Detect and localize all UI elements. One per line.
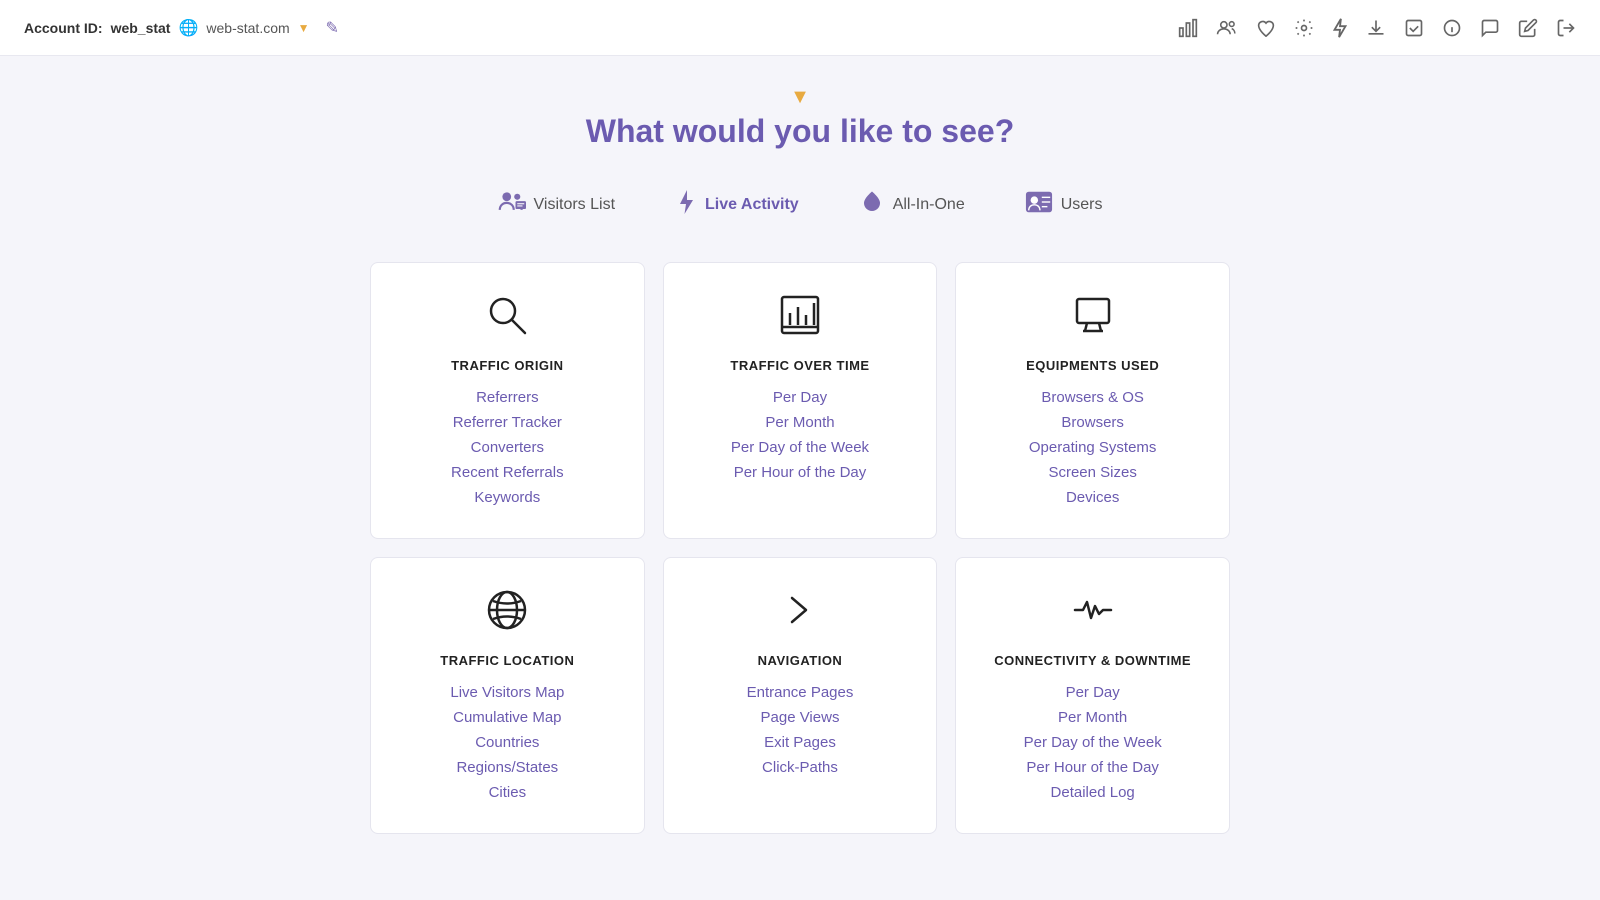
link-cumulative-map[interactable]: Cumulative Map (450, 707, 564, 728)
all-in-one-icon (859, 189, 885, 221)
link-conn-per-hour[interactable]: Per Hour of the Day (1024, 757, 1162, 778)
lightning-header-icon[interactable] (1332, 17, 1348, 39)
download-header-icon[interactable] (1366, 18, 1386, 38)
dropdown-arrow[interactable]: ▼ (298, 21, 310, 35)
title-arrow: ▼ (370, 86, 1230, 109)
traffic-origin-title: TRAFFIC ORIGIN (451, 358, 563, 373)
link-recent-referrals[interactable]: Recent Referrals (451, 462, 564, 483)
heart-header-icon[interactable] (1256, 19, 1276, 37)
link-per-hour[interactable]: Per Hour of the Day (731, 462, 869, 483)
link-conn-per-month[interactable]: Per Month (1024, 707, 1162, 728)
page-title: What would you like to see? (370, 113, 1230, 150)
card-traffic-origin: TRAFFIC ORIGIN Referrers Referrer Tracke… (370, 262, 645, 539)
analytics-icon[interactable] (1178, 18, 1198, 38)
link-browsers-os[interactable]: Browsers & OS (1029, 387, 1157, 408)
link-screen-sizes[interactable]: Screen Sizes (1029, 462, 1157, 483)
tab-allinone-label: All-In-One (893, 196, 965, 214)
tab-users-label: Users (1061, 196, 1103, 214)
account-id: web_stat (111, 20, 171, 36)
site-icon: 🌐 (178, 18, 198, 38)
connectivity-title: CONNECTIVITY & DOWNTIME (994, 653, 1191, 668)
link-per-day[interactable]: Per Day (731, 387, 869, 408)
link-entrance-pages[interactable]: Entrance Pages (747, 682, 854, 703)
traffic-location-title: TRAFFIC LOCATION (440, 653, 574, 668)
link-referrer-tracker[interactable]: Referrer Tracker (451, 412, 564, 433)
equipments-links: Browsers & OS Browsers Operating Systems… (1029, 387, 1157, 508)
tab-visitors-label: Visitors List (534, 196, 616, 214)
settings-header-icon[interactable] (1294, 18, 1314, 38)
visitors-list-icon (498, 190, 526, 220)
main-content: ▼ What would you like to see? Visitors L… (350, 56, 1250, 864)
traffic-origin-links: Referrers Referrer Tracker Converters Re… (451, 387, 564, 508)
traffic-location-icon (485, 588, 529, 639)
link-cities[interactable]: Cities (450, 782, 564, 803)
app-header: Account ID: web_stat 🌐 web-stat.com ▼ ✎ (0, 0, 1600, 56)
link-regions-states[interactable]: Regions/States (450, 757, 564, 778)
link-detailed-log[interactable]: Detailed Log (1024, 782, 1162, 803)
traffic-origin-icon (485, 293, 529, 344)
traffic-time-icon (778, 293, 822, 344)
link-keywords[interactable]: Keywords (451, 487, 564, 508)
checkbox-header-icon[interactable] (1404, 18, 1424, 38)
main-nav: Visitors List Live Activity All-In-One (370, 180, 1230, 230)
users-header-icon[interactable] (1216, 18, 1238, 38)
link-page-views[interactable]: Page Views (747, 707, 854, 728)
link-click-paths[interactable]: Click-Paths (747, 757, 854, 778)
traffic-location-links: Live Visitors Map Cumulative Map Countri… (450, 682, 564, 803)
card-traffic-over-time: TRAFFIC OVER TIME Per Day Per Month Per … (663, 262, 938, 539)
equipments-title: EQUIPMENTS USED (1026, 358, 1159, 373)
link-referrers[interactable]: Referrers (451, 387, 564, 408)
tab-live-activity[interactable]: Live Activity (675, 180, 799, 230)
card-connectivity: CONNECTIVITY & DOWNTIME Per Day Per Mont… (955, 557, 1230, 834)
navigation-icon (778, 588, 822, 639)
link-browsers[interactable]: Browsers (1029, 412, 1157, 433)
live-activity-icon (675, 188, 697, 222)
traffic-time-links: Per Day Per Month Per Day of the Week Pe… (731, 387, 869, 483)
account-label: Account ID: (24, 20, 103, 36)
account-info: Account ID: web_stat 🌐 web-stat.com ▼ ✎ (24, 18, 339, 38)
navigation-links: Entrance Pages Page Views Exit Pages Cli… (747, 682, 854, 778)
link-converters[interactable]: Converters (451, 437, 564, 458)
cards-grid: TRAFFIC ORIGIN Referrers Referrer Tracke… (370, 262, 1230, 834)
card-equipments: EQUIPMENTS USED Browsers & OS Browsers O… (955, 262, 1230, 539)
site-name: web-stat.com (206, 20, 289, 36)
header-actions (1178, 17, 1576, 39)
comment-header-icon[interactable] (1480, 18, 1500, 38)
navigation-title: NAVIGATION (758, 653, 843, 668)
edit-header-icon[interactable] (1518, 18, 1538, 38)
card-navigation: NAVIGATION Entrance Pages Page Views Exi… (663, 557, 938, 834)
link-conn-per-day[interactable]: Per Day (1024, 682, 1162, 703)
traffic-time-title: TRAFFIC OVER TIME (730, 358, 869, 373)
link-conn-per-day-week[interactable]: Per Day of the Week (1024, 732, 1162, 753)
logout-header-icon[interactable] (1556, 18, 1576, 38)
link-countries[interactable]: Countries (450, 732, 564, 753)
connectivity-links: Per Day Per Month Per Day of the Week Pe… (1024, 682, 1162, 803)
info-header-icon[interactable] (1442, 18, 1462, 38)
card-traffic-location: TRAFFIC LOCATION Live Visitors Map Cumul… (370, 557, 645, 834)
tab-visitors-list[interactable]: Visitors List (498, 180, 616, 230)
users-tab-icon (1025, 190, 1053, 220)
tab-users[interactable]: Users (1025, 180, 1103, 230)
tab-live-label: Live Activity (705, 196, 799, 214)
link-exit-pages[interactable]: Exit Pages (747, 732, 854, 753)
link-devices[interactable]: Devices (1029, 487, 1157, 508)
equipments-icon (1071, 293, 1115, 344)
link-per-day-of-week[interactable]: Per Day of the Week (731, 437, 869, 458)
edit-account-icon[interactable]: ✎ (326, 18, 339, 38)
link-os[interactable]: Operating Systems (1029, 437, 1157, 458)
connectivity-icon (1071, 588, 1115, 639)
link-per-month[interactable]: Per Month (731, 412, 869, 433)
page-title-section: ▼ What would you like to see? (370, 86, 1230, 150)
link-live-visitors-map[interactable]: Live Visitors Map (450, 682, 564, 703)
tab-all-in-one[interactable]: All-In-One (859, 180, 965, 230)
